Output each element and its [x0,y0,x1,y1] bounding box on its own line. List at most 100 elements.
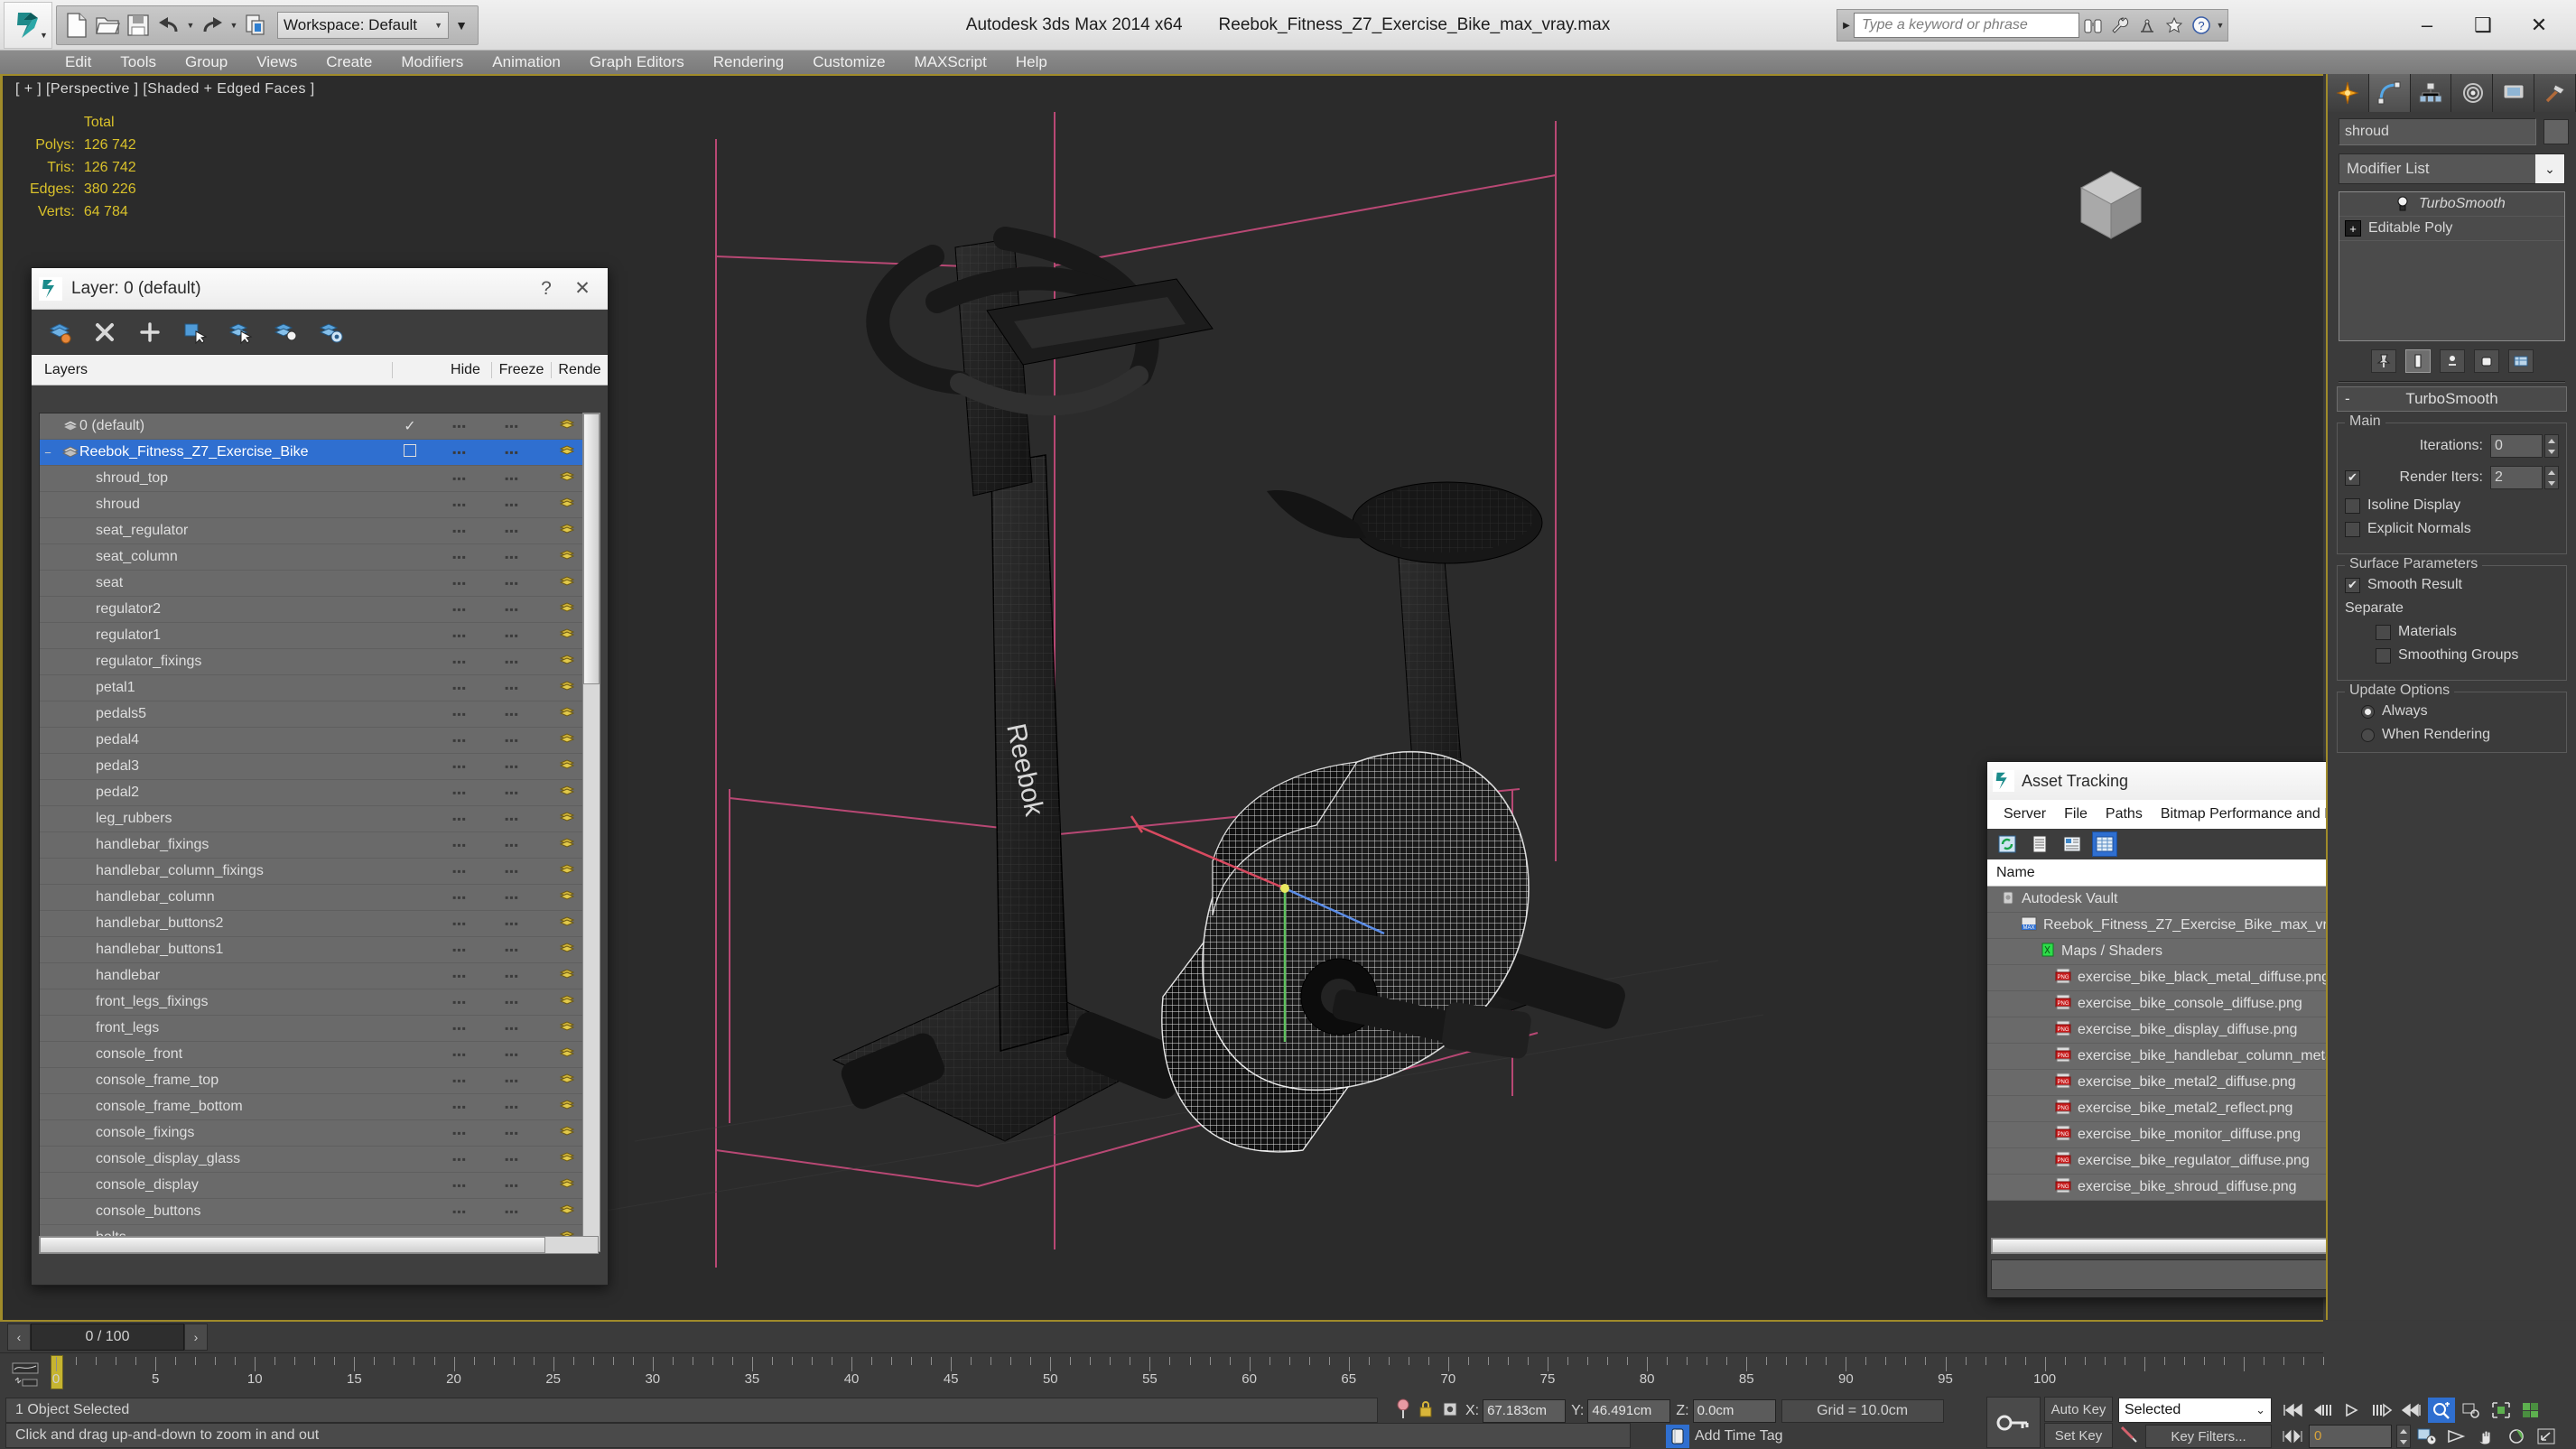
layer-hide-cell[interactable]: ▪▪▪ [433,865,486,878]
lightbulb-icon[interactable] [2394,195,2412,213]
asset-menu-paths[interactable]: Paths [2097,806,2152,822]
layer-hide-cell[interactable]: ▪▪▪ [433,943,486,956]
layer-freeze-cell[interactable]: ▪▪▪ [486,813,538,825]
layer-scroll-thumb[interactable] [583,413,600,684]
smooth-result-checkbox[interactable]: ✔ [2345,577,2360,593]
layer-hide-cell[interactable]: ▪▪▪ [433,996,486,1008]
frame-indicator[interactable]: 0 / 100 [31,1324,184,1351]
refresh-icon[interactable] [1995,831,2020,857]
layer-hide-cell[interactable]: ▪▪▪ [433,734,486,747]
layer-hide-cell[interactable]: ▪▪▪ [433,551,486,563]
layer-freeze-cell[interactable]: ▪▪▪ [486,1127,538,1139]
key-mode-selector[interactable]: Selected ⌄ [2118,1398,2272,1423]
play-animation-button[interactable] [2339,1398,2366,1423]
new-file-button[interactable] [62,11,91,40]
layer-hide-cell[interactable]: ▪▪▪ [433,577,486,590]
stack-item-turbosmooth[interactable]: TurboSmooth [2339,192,2564,217]
menu-group[interactable]: Group [171,51,242,74]
layer-dialog-title-bar[interactable]: Layer: 0 (default) ? ✕ [32,268,608,310]
curve-editor-toggle-icon[interactable] [7,1357,43,1393]
iterations-spinner[interactable] [2544,434,2559,458]
display-tab[interactable] [2493,74,2535,112]
when-rendering-radio[interactable] [2361,728,2375,742]
zoom-extents-all-button[interactable] [2517,1398,2544,1423]
layer-horizontal-scrollbar[interactable] [39,1236,599,1254]
layer-row[interactable]: seat_column ▪▪▪ ▪▪▪ [40,544,598,571]
layer-row[interactable]: handlebar_column ▪▪▪ ▪▪▪ [40,885,598,911]
layer-freeze-cell[interactable]: ▪▪▪ [486,472,538,485]
asset-menu-file[interactable]: File [2055,806,2097,822]
layer-freeze-cell[interactable]: ▪▪▪ [486,917,538,930]
layer-row[interactable]: console_display ▪▪▪ ▪▪▪ [40,1173,598,1199]
coord-x-input[interactable]: 67.183cm [1483,1399,1567,1423]
layer-row[interactable]: seat_regulator ▪▪▪ ▪▪▪ [40,518,598,544]
command-panel[interactable]: shroud Modifier List ⌄ TurboSmooth + Edi… [2326,74,2576,1320]
layer-hide-cell[interactable]: ▪▪▪ [433,970,486,982]
menu-views[interactable]: Views [242,51,312,74]
layer-hide-cell[interactable]: ▪▪▪ [433,1127,486,1139]
param-smooth-result[interactable]: ✔ Smooth Result [2345,577,2559,593]
layer-hide-cell[interactable]: ▪▪▪ [433,839,486,851]
maximize-button[interactable]: ❑ [2455,7,2511,43]
new-layer-icon[interactable] [135,317,165,348]
save-file-button[interactable] [124,11,153,40]
layer-hide-cell[interactable]: ▪▪▪ [433,1048,486,1061]
arc-rotate-button[interactable] [2503,1424,2530,1449]
layer-explorer-dialog[interactable]: Layer: 0 (default) ? ✕ Layers Hide Freez… [31,267,609,1286]
layer-freeze-cell[interactable]: ▪▪▪ [486,420,538,432]
layer-hide-cell[interactable]: ▪▪▪ [433,917,486,930]
menu-modifiers[interactable]: Modifiers [386,51,478,74]
layer-freeze-cell[interactable]: ▪▪▪ [486,525,538,537]
coord-y-input[interactable]: 46.491cm [1587,1399,1671,1423]
modifier-list-dropdown[interactable]: Modifier List ⌄ [2339,153,2565,184]
set-project-folder-button[interactable] [241,11,270,40]
next-frame-button[interactable]: › [184,1324,208,1351]
remove-modifier-icon[interactable] [2473,349,2499,373]
layer-row[interactable]: handlebar ▪▪▪ ▪▪▪ [40,963,598,989]
maximize-viewport-button[interactable] [2533,1424,2560,1449]
workspace-selector[interactable]: Workspace: Default ▼ [277,12,449,39]
pin-stack-icon[interactable] [2370,349,2396,373]
utilities-tab[interactable] [2534,74,2576,112]
object-name-input[interactable]: shroud [2339,118,2536,145]
plus-expand-icon[interactable]: + [2345,220,2361,237]
layer-row[interactable]: console_buttons ▪▪▪ ▪▪▪ [40,1199,598,1225]
layer-hide-cell[interactable]: ▪▪▪ [433,446,486,459]
layer-row[interactable]: handlebar_buttons1 ▪▪▪ ▪▪▪ [40,937,598,963]
layer-row[interactable]: leg_rubbers ▪▪▪ ▪▪▪ [40,806,598,832]
layer-hide-cell[interactable]: ▪▪▪ [433,498,486,511]
explicit-normals-checkbox[interactable] [2345,521,2360,537]
undo-button[interactable] [154,11,183,40]
turbosmooth-rollout[interactable]: - TurboSmooth Main Iterations: 0 ✔ Rende… [2337,386,2567,753]
layer-freeze-cell[interactable]: ▪▪▪ [486,682,538,694]
zoom-region-button[interactable] [2428,1398,2455,1423]
layer-freeze-cell[interactable]: ▪▪▪ [486,498,538,511]
layer-freeze-cell[interactable]: ▪▪▪ [486,577,538,590]
layer-freeze-cell[interactable]: ▪▪▪ [486,446,538,459]
menu-tools[interactable]: Tools [106,51,171,74]
show-end-result-icon[interactable] [2404,349,2431,373]
layer-freeze-cell[interactable]: ▪▪▪ [486,943,538,956]
layer-hide-cell[interactable]: ▪▪▪ [433,786,486,799]
layer-freeze-cell[interactable]: ▪▪▪ [486,1074,538,1087]
view-cube[interactable] [2061,157,2161,256]
layer-freeze-cell[interactable]: ▪▪▪ [486,760,538,773]
time-tag-area[interactable]: Add Time Tag [1666,1425,1783,1448]
layer-hide-cell[interactable]: ▪▪▪ [433,1179,486,1192]
materials-checkbox[interactable] [2376,624,2391,640]
track-bar-ruler[interactable]: 0 5 10 15 20 25 30 35 40 45 50 55 60 65 70 75 80 85 90 95 10… [51,1353,2324,1397]
layer-freeze-cell[interactable]: ▪▪▪ [486,839,538,851]
key-nav-button[interactable] [2279,1424,2306,1449]
layer-row[interactable]: regulator1 ▪▪▪ ▪▪▪ [40,623,598,649]
layer-freeze-cell[interactable]: ▪▪▪ [486,708,538,720]
layer-help-button[interactable]: ? [528,271,564,307]
param-render-iters[interactable]: ✔ Render Iters: 2 [2345,466,2559,489]
open-file-button[interactable] [93,11,122,40]
layer-hide-cell[interactable]: ▪▪▪ [433,1205,486,1218]
layer-active-check[interactable] [386,443,433,461]
search-button[interactable] [2079,11,2106,40]
layer-hide-cell[interactable]: ▪▪▪ [433,1153,486,1166]
redo-button[interactable] [198,11,227,40]
layer-expander[interactable]: − [40,446,56,460]
rollout-collapse-icon[interactable]: - [2345,390,2350,408]
